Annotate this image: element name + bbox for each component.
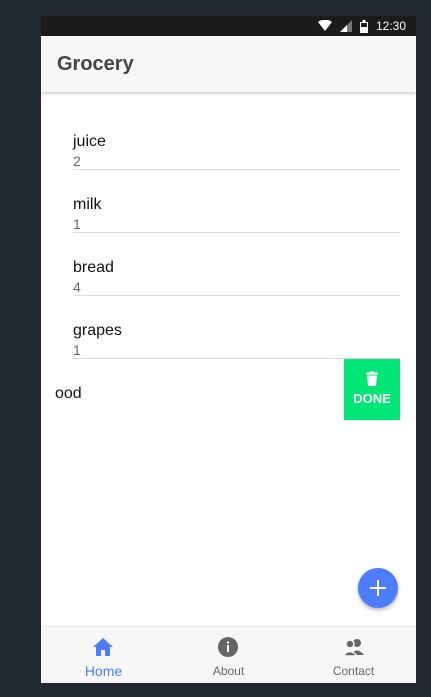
done-button[interactable]: DONE — [344, 359, 400, 420]
page-title: Grocery — [57, 53, 134, 75]
tab-contact[interactable]: Contact — [291, 627, 416, 683]
trash-icon — [366, 371, 378, 391]
signal-icon — [339, 20, 352, 32]
list-item-content: bread 4 — [73, 233, 400, 296]
list-item[interactable]: juice 2 — [41, 107, 416, 170]
plus-icon — [370, 580, 386, 596]
list-item-content: juice 2 — [73, 107, 400, 170]
list-item-content: milk 1 — [73, 170, 400, 233]
item-quantity: 1 — [73, 342, 81, 358]
add-item-button[interactable] — [358, 568, 398, 608]
tab-label: Contact — [332, 664, 375, 678]
status-time: 12:30 — [375, 19, 406, 33]
tab-label: About — [212, 664, 245, 678]
list-item-content: grapes 1 — [73, 296, 400, 359]
item-name: grapes — [73, 322, 122, 339]
tab-label: Home — [84, 663, 123, 679]
app-bar: Grocery — [41, 36, 416, 92]
item-quantity: 2 — [73, 153, 81, 169]
item-name: ood — [55, 385, 82, 402]
battery-icon — [359, 19, 368, 33]
list-item[interactable]: milk 1 — [41, 170, 416, 233]
item-name: juice — [73, 133, 106, 150]
info-icon — [218, 637, 238, 657]
tab-home[interactable]: Home — [41, 627, 166, 683]
item-name: bread — [73, 259, 114, 276]
list-item[interactable]: grapes 1 — [41, 296, 416, 359]
item-quantity: 4 — [73, 279, 81, 295]
status-bar: 12:30 — [41, 16, 416, 36]
bottom-nav: Home About Contact — [41, 626, 416, 683]
contacts-icon — [341, 637, 364, 657]
list-item-content: ood — [55, 359, 382, 422]
item-name: milk — [73, 196, 102, 213]
home-icon — [93, 637, 113, 657]
item-quantity: 1 — [73, 216, 81, 232]
done-label: DONE — [353, 391, 391, 406]
list-item[interactable]: bread 4 — [41, 233, 416, 296]
phone-screen: 12:30 Grocery juice 2 milk 1 bread 4 gra… — [41, 16, 416, 683]
wifi-icon — [317, 20, 332, 32]
tab-about[interactable]: About — [166, 627, 291, 683]
